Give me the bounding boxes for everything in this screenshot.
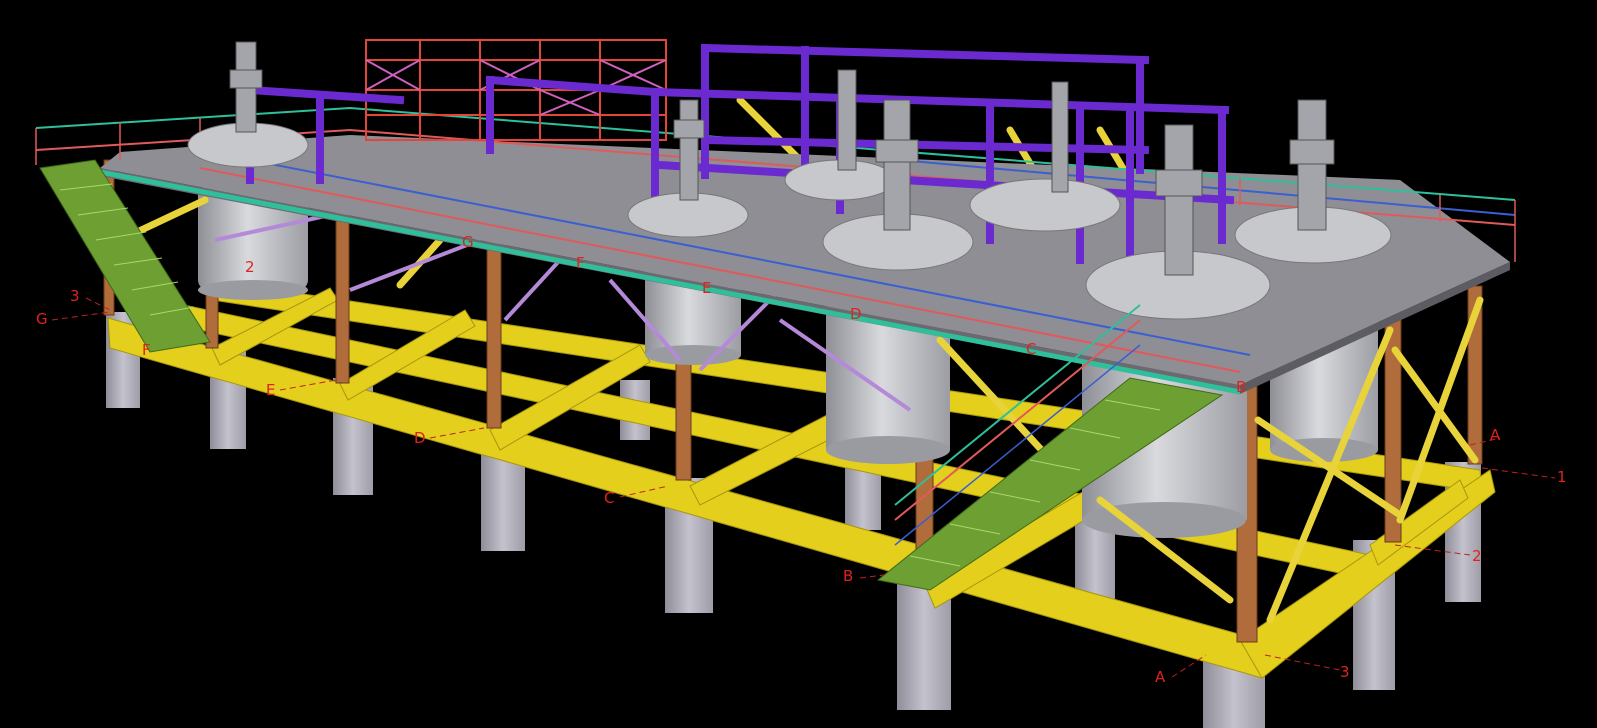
- grid-label-c-front: C: [604, 489, 614, 507]
- structure-3d-scene: G 3 F E D C B A 3 2 1 A 2 G F E D C B: [35, 39, 1567, 728]
- brace: [736, 96, 804, 164]
- structural-model-viewport[interactable]: G 3 F E D C B A 3 2 1 A 2 G F E D C B: [0, 0, 1597, 728]
- grid-label-e-deck: E: [702, 279, 711, 297]
- grid-label-a-right: A: [1490, 426, 1501, 444]
- grid-label-3-left: 3: [70, 287, 80, 305]
- brace: [1391, 346, 1479, 464]
- grid-label-d-deck: D: [850, 305, 862, 323]
- grid-label-g-left: G: [36, 310, 48, 328]
- tank-bottom: [645, 345, 741, 365]
- grid-label-d-front: D: [414, 429, 426, 447]
- grid-label-1-right: 1: [1557, 468, 1567, 486]
- grid-label-c-deck: C: [1026, 340, 1036, 358]
- grid-label-g-deck: G: [462, 233, 474, 251]
- steel-column: [335, 204, 350, 384]
- brace: [503, 258, 562, 322]
- grid-label-2-right: 2: [1472, 547, 1482, 565]
- grid-label-b-front: B: [843, 567, 853, 585]
- grid-label-3-front: 3: [1340, 663, 1350, 681]
- tank-lid: [969, 178, 1121, 232]
- steel-column: [486, 231, 502, 429]
- grid-label-2-tank: 2: [245, 258, 255, 276]
- grid-label-b-deck: B: [1236, 378, 1246, 396]
- brace: [349, 238, 481, 292]
- grid-label-f-deck: F: [576, 254, 585, 272]
- tank-bottom: [826, 436, 950, 464]
- grid-label-e-front: E: [266, 381, 275, 399]
- grid-label-a-front: A: [1155, 668, 1166, 686]
- grid-label-f-left: F: [142, 341, 151, 359]
- tank-bottom: [198, 280, 308, 300]
